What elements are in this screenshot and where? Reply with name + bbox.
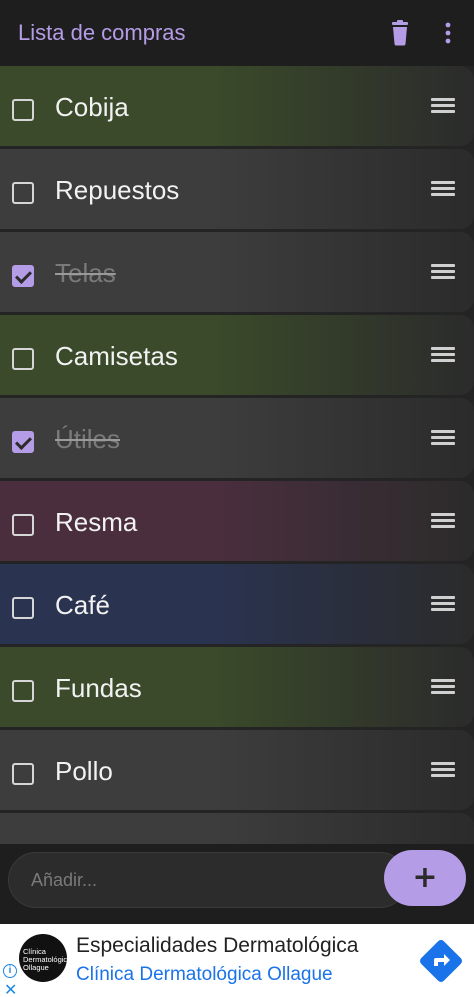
item-label: Repuestos [55,175,180,205]
app-root: Lista de compras Cobija Repuestos Telas Cam… [0,0,474,997]
ad-advertiser[interactable]: Clínica Dermatológica Ollague [76,964,333,986]
item-label: Pollo [55,756,113,786]
add-item-button[interactable]: + [384,850,466,906]
item-checkbox[interactable] [12,431,34,453]
list-item[interactable]: Café [0,564,474,644]
list-item[interactable] [0,813,474,844]
more-vert-icon[interactable] [438,20,458,46]
drag-handle-icon[interactable] [431,181,455,197]
item-checkbox[interactable] [12,680,34,702]
drag-handle-icon[interactable] [431,347,455,363]
ad-banner[interactable]: i ✕ Clínica Dermatológica Ollague Especi… [0,924,474,997]
directions-arrow-icon[interactable] [420,940,462,982]
list-item[interactable]: Pollo [0,730,474,810]
item-label: Camisetas [55,341,178,371]
trash-icon[interactable] [388,20,412,46]
list-item[interactable]: Camisetas [0,315,474,395]
info-icon[interactable]: i [3,964,17,978]
item-checkbox[interactable] [12,99,34,121]
item-label: Cobija [55,92,129,122]
item-label: Fundas [55,673,142,703]
add-item-input[interactable] [8,852,408,908]
drag-handle-icon[interactable] [431,264,455,280]
app-bar: Lista de compras [0,0,474,66]
item-label: Telas [55,258,116,288]
item-label: Café [55,590,110,620]
list-item[interactable]: Fundas [0,647,474,727]
close-icon[interactable]: ✕ [4,980,17,997]
drag-handle-icon[interactable] [431,596,455,612]
drag-handle-icon[interactable] [431,762,455,778]
drag-handle-icon[interactable] [431,98,455,114]
shopping-list: Cobija Repuestos Telas Camisetas Útiles Resma… [0,66,474,844]
item-checkbox[interactable] [12,182,34,204]
list-item[interactable]: Útiles [0,398,474,478]
list-item[interactable]: Repuestos [0,149,474,229]
drag-handle-icon[interactable] [431,513,455,529]
add-item-bar: + [0,844,474,924]
drag-handle-icon[interactable] [431,679,455,695]
item-checkbox[interactable] [12,348,34,370]
item-checkbox[interactable] [12,597,34,619]
page-title: Lista de compras [18,20,186,45]
drag-handle-icon[interactable] [431,430,455,446]
item-checkbox[interactable] [12,763,34,785]
item-checkbox[interactable] [12,514,34,536]
item-label: Útiles [55,424,121,454]
item-checkbox[interactable] [12,265,34,287]
list-item[interactable]: Cobija [0,66,474,146]
plus-icon: + [412,860,438,895]
list-item[interactable]: Resma [0,481,474,561]
ad-headline[interactable]: Especialidades Dermatológica [76,934,359,958]
list-item[interactable]: Telas [0,232,474,312]
advertiser-logo: Clínica Dermatológica Ollague [19,934,67,982]
item-label: Resma [55,507,138,537]
